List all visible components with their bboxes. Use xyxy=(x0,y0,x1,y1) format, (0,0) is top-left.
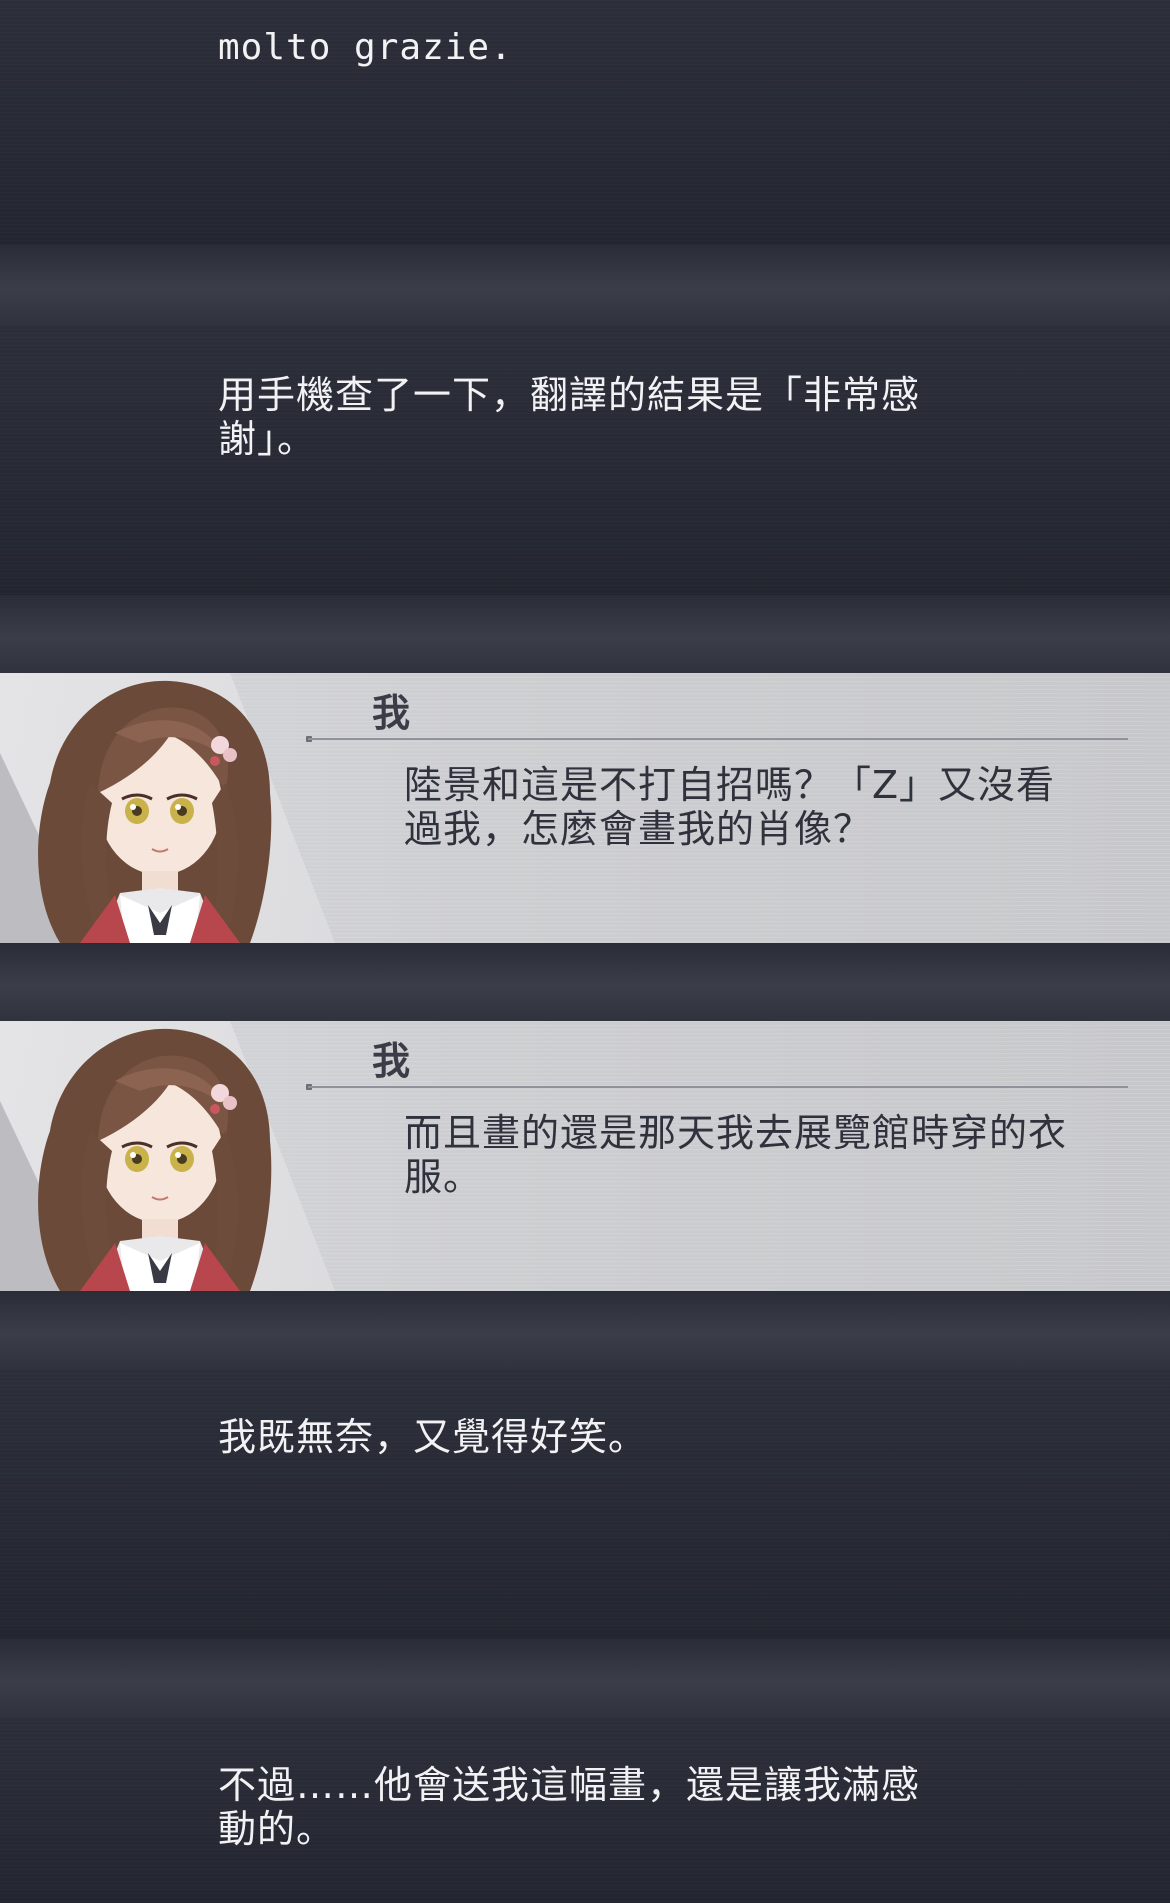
separator xyxy=(0,245,1170,325)
narration-text-line-2: 動的。 xyxy=(218,1807,336,1851)
separator xyxy=(0,1291,1170,1369)
narration-text: molto grazie. xyxy=(218,27,513,68)
girl-portrait-icon xyxy=(38,1028,272,1291)
narration-text-line-1: 用手機查了一下，翻譯的結果是「非常感 xyxy=(218,373,921,417)
narration-block-2[interactable]: 用手機查了一下，翻譯的結果是「非常感 謝」。 xyxy=(0,325,1170,595)
dialog-box-2[interactable]: 我 而且畫的還是那天我去展覽館時穿的衣 服。 xyxy=(0,1021,1170,1291)
narration-text: 我既無奈，又覺得好笑。 xyxy=(218,1415,648,1459)
separator xyxy=(0,1639,1170,1717)
divider xyxy=(308,1086,1128,1088)
dialog-line-1: 而且畫的還是那天我去展覽館時穿的衣 xyxy=(404,1111,1068,1155)
narration-text-line-2: 謝」。 xyxy=(218,417,317,461)
dialog-line-2: 服。 xyxy=(404,1155,483,1199)
divider xyxy=(308,738,1128,740)
dialog-box-1[interactable]: 我 陸景和這是不打自招嗎？「Z」又沒看 過我，怎麼會畫我的肖像？ xyxy=(0,673,1170,943)
dialog-line-1: 陸景和這是不打自招嗎？「Z」又沒看 xyxy=(404,763,1056,807)
dialog-line-2: 過我，怎麼會畫我的肖像？ xyxy=(404,807,873,851)
separator xyxy=(0,943,1170,1021)
narration-block-1[interactable]: molto grazie. xyxy=(0,0,1170,245)
girl-portrait-icon xyxy=(38,680,272,943)
speaker-name: 我 xyxy=(372,1039,411,1083)
narration-text-line-1: 不過……他會送我這幅畫，還是讓我滿感 xyxy=(218,1763,921,1807)
narration-block-3[interactable]: 我既無奈，又覺得好笑。 xyxy=(0,1369,1170,1639)
speaker-name: 我 xyxy=(372,691,411,735)
narration-block-4[interactable]: 不過……他會送我這幅畫，還是讓我滿感 動的。 xyxy=(0,1717,1170,1903)
separator xyxy=(0,595,1170,673)
